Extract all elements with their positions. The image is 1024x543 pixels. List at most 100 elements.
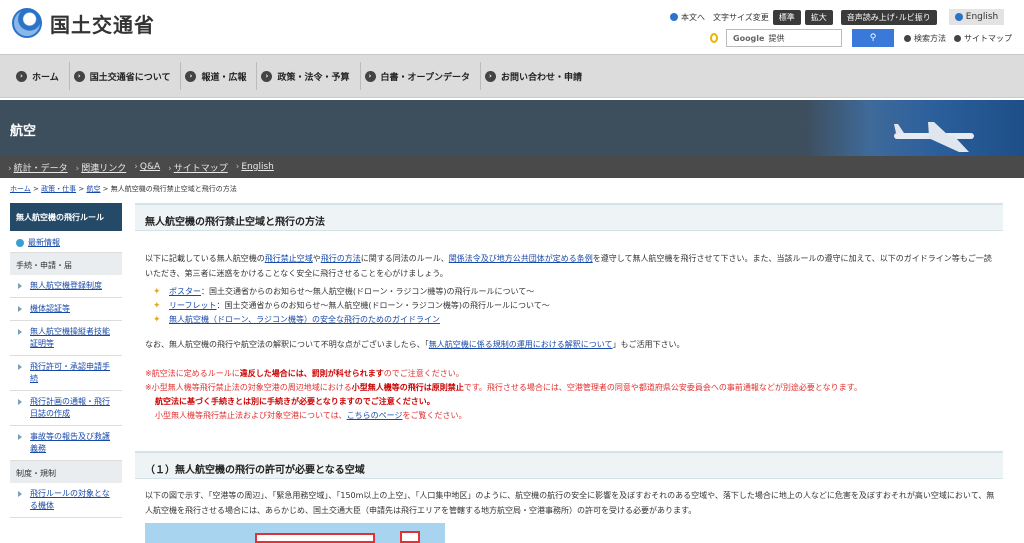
nav-item-policy[interactable]: › 政策・法令・予算 <box>257 62 361 90</box>
sidebar-label: 最新情報 <box>28 238 60 247</box>
subnav-qa[interactable]: › Q&A <box>134 162 160 172</box>
search-method-link[interactable]: 検索方法 <box>914 33 946 44</box>
sidebar-item[interactable]: 飛行計画の通報・飛行日誌の作成 <box>10 391 122 426</box>
nav-item-home[interactable]: › ホーム <box>12 62 70 90</box>
warning-line: ※航空法に定めるルールに違反した場合には、罰則が科せられますのでご注意ください。 <box>145 369 464 378</box>
chevron-right-icon: › <box>261 70 273 82</box>
search-area: Google 提供 ⚲ 検索方法 サイトマップ <box>710 29 1012 47</box>
nav-label: 政策・法令・予算 <box>277 72 350 83</box>
page-title: 無人航空機の飛行禁止空域と飛行の方法 <box>135 203 1003 231</box>
globe-icon <box>954 12 963 21</box>
nav-item-contact[interactable]: › お問い合わせ・申請 <box>481 62 592 90</box>
sidebar-group-procedures: 手続・申請・届 <box>10 253 122 275</box>
subnav-english[interactable]: › English <box>236 162 274 172</box>
ministry-logo-icon <box>12 8 42 38</box>
sparkle-icon: ✦ <box>153 287 161 297</box>
sub-nav: › 統計・データ › 関連リンク › Q&A › サイトマップ › English <box>0 156 1024 178</box>
airport-page-link[interactable]: こちらのページ <box>347 411 403 420</box>
warning-line: 小型無人機等飛行禁止法および対象空港については、こちらのページをご覧ください。 <box>155 411 467 420</box>
section-banner: 航空 <box>0 100 1024 156</box>
site-name: 国土交通省 <box>50 12 155 37</box>
text-size-large-button[interactable]: 拡大 <box>804 9 833 25</box>
note-paragraph: なお、無人航空機の飛行や航空法の解釈について不明な点がございましたら、「無人航空… <box>145 340 685 349</box>
list-item: ✦ リーフレット：国土交通省からのお知らせ～無人航空機(ドローン・ラジコン機等)の… <box>153 301 550 311</box>
utility-bar: 本文へ 文字サイズ変更 標準 拡大 音声読み上げ･ルビ振り English <box>670 9 1005 25</box>
chevron-right-icon: › <box>484 70 496 82</box>
airplane-icon <box>894 122 974 152</box>
link-related-laws[interactable]: 関係法令及び地方公共団体が定める条例 <box>449 254 593 263</box>
diagram-label-box <box>400 531 420 543</box>
guideline-links: ✦ ポスター：国土交通省からのお知らせ～無人航空機(ドローン・ラジコン機等)の飛行… <box>153 285 550 327</box>
diagram-label-box <box>255 533 375 543</box>
text-size-standard-button[interactable]: 標準 <box>772 9 801 25</box>
bullet-icon <box>16 238 24 247</box>
intro-paragraph: 以下に記載している無人航空機の飛行禁止空域や飛行の方法に関する同法のルール、関係… <box>145 254 992 278</box>
nav-label: 白書・オープンデータ <box>380 72 470 83</box>
subnav-sitemap[interactable]: › サイトマップ <box>168 161 228 174</box>
leaflet-link[interactable]: リーフレット <box>169 301 217 310</box>
english-label: English <box>965 12 999 22</box>
section-paragraph: 以下の図で示す、「空港等の周辺」、「緊急用務空域」、「150m以上の上空」、「人… <box>145 491 995 515</box>
chevron-right-icon: › <box>16 70 27 82</box>
sidebar-item[interactable]: 事故等の報告及び救護義務 <box>10 426 122 461</box>
chevron-right-icon: › <box>73 70 85 82</box>
nav-label: ホーム <box>32 72 59 83</box>
nav-item-about[interactable]: › 国土交通省について <box>70 62 182 90</box>
search-button[interactable]: ⚲ <box>852 29 894 47</box>
subnav-links[interactable]: › 関連リンク <box>76 161 127 174</box>
warning-line: ※小型無人機等飛行禁止法の対象空港の周辺地域における小型無人機等の飛行は原則禁止… <box>145 383 862 392</box>
sidebar-item[interactable]: 飛行ルールの対象となる機体 <box>10 483 122 518</box>
nav-label: 報道・広報 <box>201 72 247 83</box>
main-content: 無人航空機の飛行禁止空域と飛行の方法 以下に記載している無人航空機の飛行禁止空域… <box>135 203 1003 543</box>
banner-title: 航空 <box>10 124 37 139</box>
interpretation-link[interactable]: 無人航空機に係る規制の運用における解釈について <box>429 340 613 349</box>
guideline-link[interactable]: 無人航空機（ドローン、ラジコン機等）の安全な飛行のためのガイドライン <box>169 315 440 324</box>
nav-label: お問い合わせ・申請 <box>500 72 582 83</box>
sidebar-group-regulations: 制度・規制 <box>10 461 122 483</box>
sidebar-item[interactable]: 機体認証等 <box>10 298 122 321</box>
nav-item-press[interactable]: › 報道・広報 <box>181 62 258 90</box>
sidebar-title[interactable]: 無人航空機の飛行ルール <box>10 203 122 231</box>
sidebar: 無人航空機の飛行ルール 最新情報 手続・申請・届 無人航空機登録制度 機体認証等… <box>10 203 122 543</box>
nav-label: 国土交通省について <box>89 72 171 83</box>
poster-link[interactable]: ポスター <box>169 287 201 296</box>
global-nav: › ホーム › 国土交通省について › 報道・広報 › 政策・法令・予算 › 白書・オープ… <box>0 54 1024 98</box>
search-icon: ⚲ <box>869 33 877 43</box>
site-logo[interactable]: 国土交通省 <box>12 8 155 38</box>
breadcrumb-home[interactable]: ホーム <box>10 185 31 193</box>
section-heading: （１）無人航空機の飛行の許可が必要となる空域 <box>135 451 1003 479</box>
sitemap-link[interactable]: サイトマップ <box>964 33 1012 44</box>
search-input[interactable]: Google 提供 <box>726 29 842 47</box>
text-size-label: 文字サイズ変更 <box>713 12 769 22</box>
google-label: Google <box>733 33 765 43</box>
warning-notes: ※航空法に定めるルールに違反した場合には、罰則が科せられますのでご注意ください。… <box>145 367 997 423</box>
breadcrumb-work[interactable]: 政策・仕事 <box>41 185 76 193</box>
sparkle-icon: ✦ <box>153 301 161 311</box>
bullet-icon <box>904 34 911 42</box>
sidebar-item-news[interactable]: 最新情報 <box>10 231 122 253</box>
skip-to-main-link[interactable]: 本文へ <box>681 12 705 23</box>
airspace-diagram-image <box>145 523 445 543</box>
sidebar-item[interactable]: 無人航空機操縦者技能証明等 <box>10 321 122 356</box>
sparkle-icon: ✦ <box>153 315 161 325</box>
nav-item-whitepaper[interactable]: › 白書・オープンデータ <box>361 62 481 90</box>
chevron-right-icon: › <box>185 70 197 82</box>
section-title: （１）無人航空機の飛行の許可が必要となる空域 <box>135 451 1003 479</box>
subnav-stats[interactable]: › 統計・データ <box>8 161 68 174</box>
chevron-right-icon: › <box>364 70 376 82</box>
breadcrumb-current: 無人航空機の飛行禁止空域と飛行の方法 <box>110 185 237 193</box>
list-item: ✦ ポスター：国土交通省からのお知らせ～無人航空機(ドローン・ラジコン機等)の飛行… <box>153 287 535 297</box>
bullet-icon <box>954 34 961 42</box>
link-flight-methods[interactable]: 飛行の方法 <box>321 254 361 263</box>
sidebar-item[interactable]: 飛行許可・承認申請手続 <box>10 356 122 391</box>
bullet-icon <box>670 13 678 21</box>
read-aloud-button[interactable]: 音声読み上げ･ルビ振り <box>840 9 937 25</box>
breadcrumb: ホーム > 政策・仕事 > 航空 > 無人航空機の飛行禁止空域と飛行の方法 <box>10 185 237 193</box>
banner-image <box>804 100 1024 156</box>
site-header: 国土交通省 本文へ 文字サイズ変更 標準 拡大 音声読み上げ･ルビ振り Engl… <box>0 0 1024 54</box>
provided-label: 提供 <box>768 33 785 43</box>
sidebar-item[interactable]: 無人航空機登録制度 <box>10 275 122 298</box>
english-button[interactable]: English <box>948 9 1005 25</box>
link-prohibited-airspace[interactable]: 飛行禁止空域 <box>265 254 313 263</box>
breadcrumb-air[interactable]: 航空 <box>86 185 100 193</box>
